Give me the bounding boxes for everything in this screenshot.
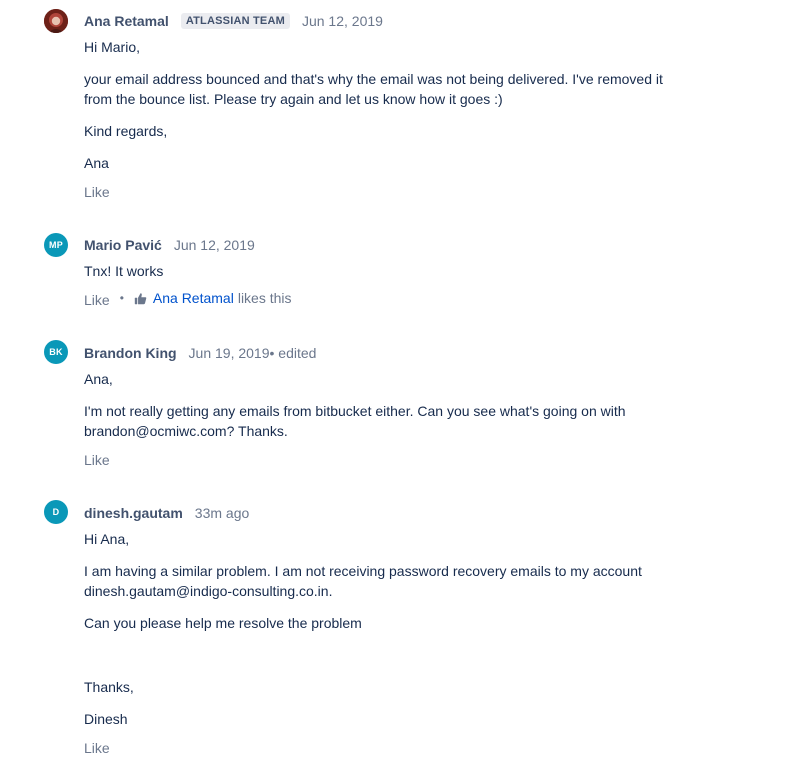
edited-label[interactable]: • edited xyxy=(270,345,317,361)
avatar-initials: MP xyxy=(49,240,63,250)
comment-paragraph: Hi Mario, xyxy=(84,39,141,55)
comment-date[interactable]: Jun 19, 2019 xyxy=(189,345,270,361)
likes-row: Like • Ana Retamal likes this xyxy=(84,290,292,308)
user-photo-icon xyxy=(44,9,68,33)
comment-paragraph: I'm not really getting any emails from b… xyxy=(84,403,626,439)
avatar-initials: BK xyxy=(49,347,63,357)
like-button[interactable]: Like xyxy=(84,452,110,468)
comment-date[interactable]: 33m ago xyxy=(195,505,249,521)
like-button[interactable]: Like xyxy=(84,292,110,308)
avatar[interactable]: D xyxy=(44,500,68,524)
comment-author[interactable]: Mario Pavić xyxy=(84,237,162,253)
comment-date[interactable]: Jun 12, 2019 xyxy=(302,13,383,29)
thumbs-up-icon xyxy=(134,292,147,304)
comment-paragraph: Hi Ana, xyxy=(84,531,130,547)
like-button[interactable]: Like xyxy=(84,184,110,200)
comment-author[interactable]: dinesh.gautam xyxy=(84,505,183,521)
comment-paragraph: Tnx! It works xyxy=(84,263,164,279)
comment-paragraph: I am having a similar problem. I am not … xyxy=(84,563,642,599)
comment-date[interactable]: Jun 12, 2019 xyxy=(174,237,255,253)
avatar[interactable] xyxy=(44,9,68,33)
comment-paragraph: Dinesh xyxy=(84,711,128,727)
comment-paragraph: Ana xyxy=(84,155,109,171)
separator-dot: • xyxy=(119,291,124,305)
comment-paragraph: Ana, xyxy=(84,371,113,387)
avatar-initials: D xyxy=(52,507,60,517)
liker-link[interactable]: Ana Retamal xyxy=(153,290,234,306)
avatar[interactable]: BK xyxy=(44,340,68,364)
comment-author[interactable]: Brandon King xyxy=(84,345,177,361)
atlassian-team-badge: ATLASSIAN TEAM xyxy=(180,13,290,29)
comment-paragraph: your email address bounced and that's wh… xyxy=(84,71,663,107)
comment-paragraph: Can you please help me resolve the probl… xyxy=(84,615,362,631)
likes-suffix: likes this xyxy=(237,290,292,306)
like-button[interactable]: Like xyxy=(84,740,110,756)
avatar[interactable]: MP xyxy=(44,233,68,257)
comment-paragraph: Thanks, xyxy=(84,679,134,695)
comment-paragraph: Kind regards, xyxy=(84,123,168,139)
comment-author[interactable]: Ana Retamal xyxy=(84,13,169,29)
